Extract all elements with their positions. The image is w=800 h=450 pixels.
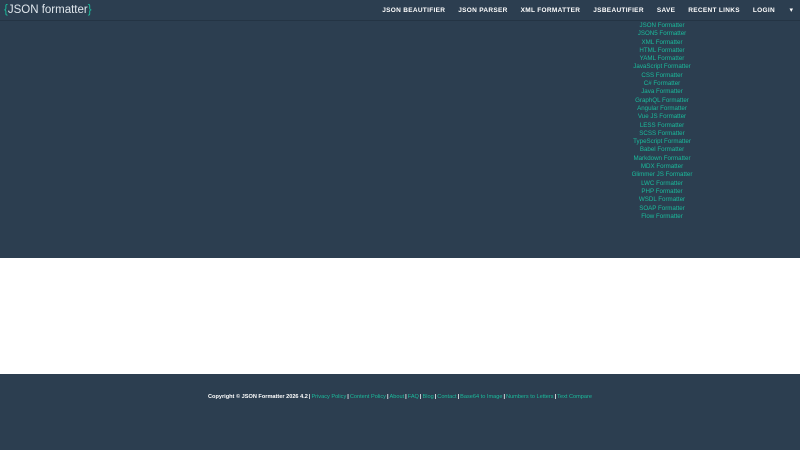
footer-link-privacy-policy[interactable]: Privacy Policy	[311, 394, 346, 400]
brand-logo[interactable]: {JSON formatter}	[4, 3, 92, 17]
footer-link-numbers-to-letters[interactable]: Numbers to Letters	[506, 394, 554, 400]
footer-link-contact[interactable]: Contact	[437, 394, 456, 400]
main-nav: JSON BEAUTIFIER JSON PARSER XML FORMATTE…	[376, 0, 800, 21]
dropdown-item[interactable]: JSON Formatter	[620, 22, 704, 30]
dropdown-item[interactable]: JSON5 Formatter	[620, 30, 704, 38]
dropdown-item[interactable]: GraphQL Formatter	[620, 97, 704, 105]
dropdown-item[interactable]: MDX Formatter	[620, 163, 704, 171]
dropdown-item[interactable]: SCSS Formatter	[620, 130, 704, 138]
nav-json-parser[interactable]: JSON PARSER	[452, 0, 514, 21]
nav-xml-formatter[interactable]: XML FORMATTER	[514, 0, 587, 21]
footer-link-text-compare[interactable]: Text Compare	[557, 394, 592, 400]
nav-json-beautifier[interactable]: JSON BEAUTIFIER	[376, 0, 452, 21]
footer-link-faq[interactable]: FAQ	[408, 394, 419, 400]
dropdown-item[interactable]: TypeScript Formatter	[620, 138, 704, 146]
dropdown-item[interactable]: HTML Formatter	[620, 47, 704, 55]
dropdown-item[interactable]: JavaScript Formatter	[620, 63, 704, 71]
brand-name: JSON formatter	[7, 4, 88, 16]
footer-link-content-policy[interactable]: Content Policy	[350, 394, 386, 400]
footer-copyright: Copyright © JSON Formatter 2026 4.2	[208, 394, 308, 400]
formatters-dropdown-menu: JSON Formatter JSON5 Formatter XML Forma…	[620, 22, 704, 221]
dropdown-item[interactable]: CSS Formatter	[620, 72, 704, 80]
brand-close-bracket: }	[87, 4, 92, 16]
top-navbar: {JSON formatter} JSON BEAUTIFIER JSON PA…	[0, 0, 800, 21]
dropdown-item[interactable]: PHP Formatter	[620, 188, 704, 196]
nav-jsbeautifier[interactable]: JSBEAUTIFIER	[587, 0, 651, 21]
page-footer: Copyright © JSON Formatter 2026 4.2|Priv…	[0, 374, 800, 450]
nav-save[interactable]: SAVE	[650, 0, 681, 21]
dropdown-item[interactable]: SOAP Formatter	[620, 205, 704, 213]
dropdown-item[interactable]: Glimmer JS Formatter	[620, 171, 704, 179]
dropdown-item[interactable]: WSDL Formatter	[620, 196, 704, 204]
caret-down-icon[interactable]: ▾	[781, 0, 800, 21]
dropdown-item[interactable]: C# Formatter	[620, 80, 704, 88]
main-content-area	[0, 258, 800, 374]
footer-link-about[interactable]: About	[390, 394, 405, 400]
dropdown-item[interactable]: Vue JS Formatter	[620, 113, 704, 121]
nav-login[interactable]: LOGIN	[746, 0, 781, 21]
dropdown-item[interactable]: YAML Formatter	[620, 55, 704, 63]
dropdown-item[interactable]: Angular Formatter	[620, 105, 704, 113]
dropdown-item[interactable]: Flow Formatter	[620, 213, 704, 221]
nav-recent-links[interactable]: RECENT LINKS	[682, 0, 747, 21]
dropdown-item[interactable]: XML Formatter	[620, 39, 704, 47]
footer-link-base64-to-image[interactable]: Base64 to Image	[460, 394, 502, 400]
footer-link-blog[interactable]: Blog	[423, 394, 434, 400]
dropdown-item[interactable]: Markdown Formatter	[620, 155, 704, 163]
dropdown-item[interactable]: LESS Formatter	[620, 122, 704, 130]
dropdown-item[interactable]: Java Formatter	[620, 88, 704, 96]
footer-links-row: Copyright © JSON Formatter 2026 4.2|Priv…	[0, 394, 800, 400]
dropdown-item[interactable]: LWC Formatter	[620, 180, 704, 188]
dropdown-item[interactable]: Babel Formatter	[620, 146, 704, 154]
